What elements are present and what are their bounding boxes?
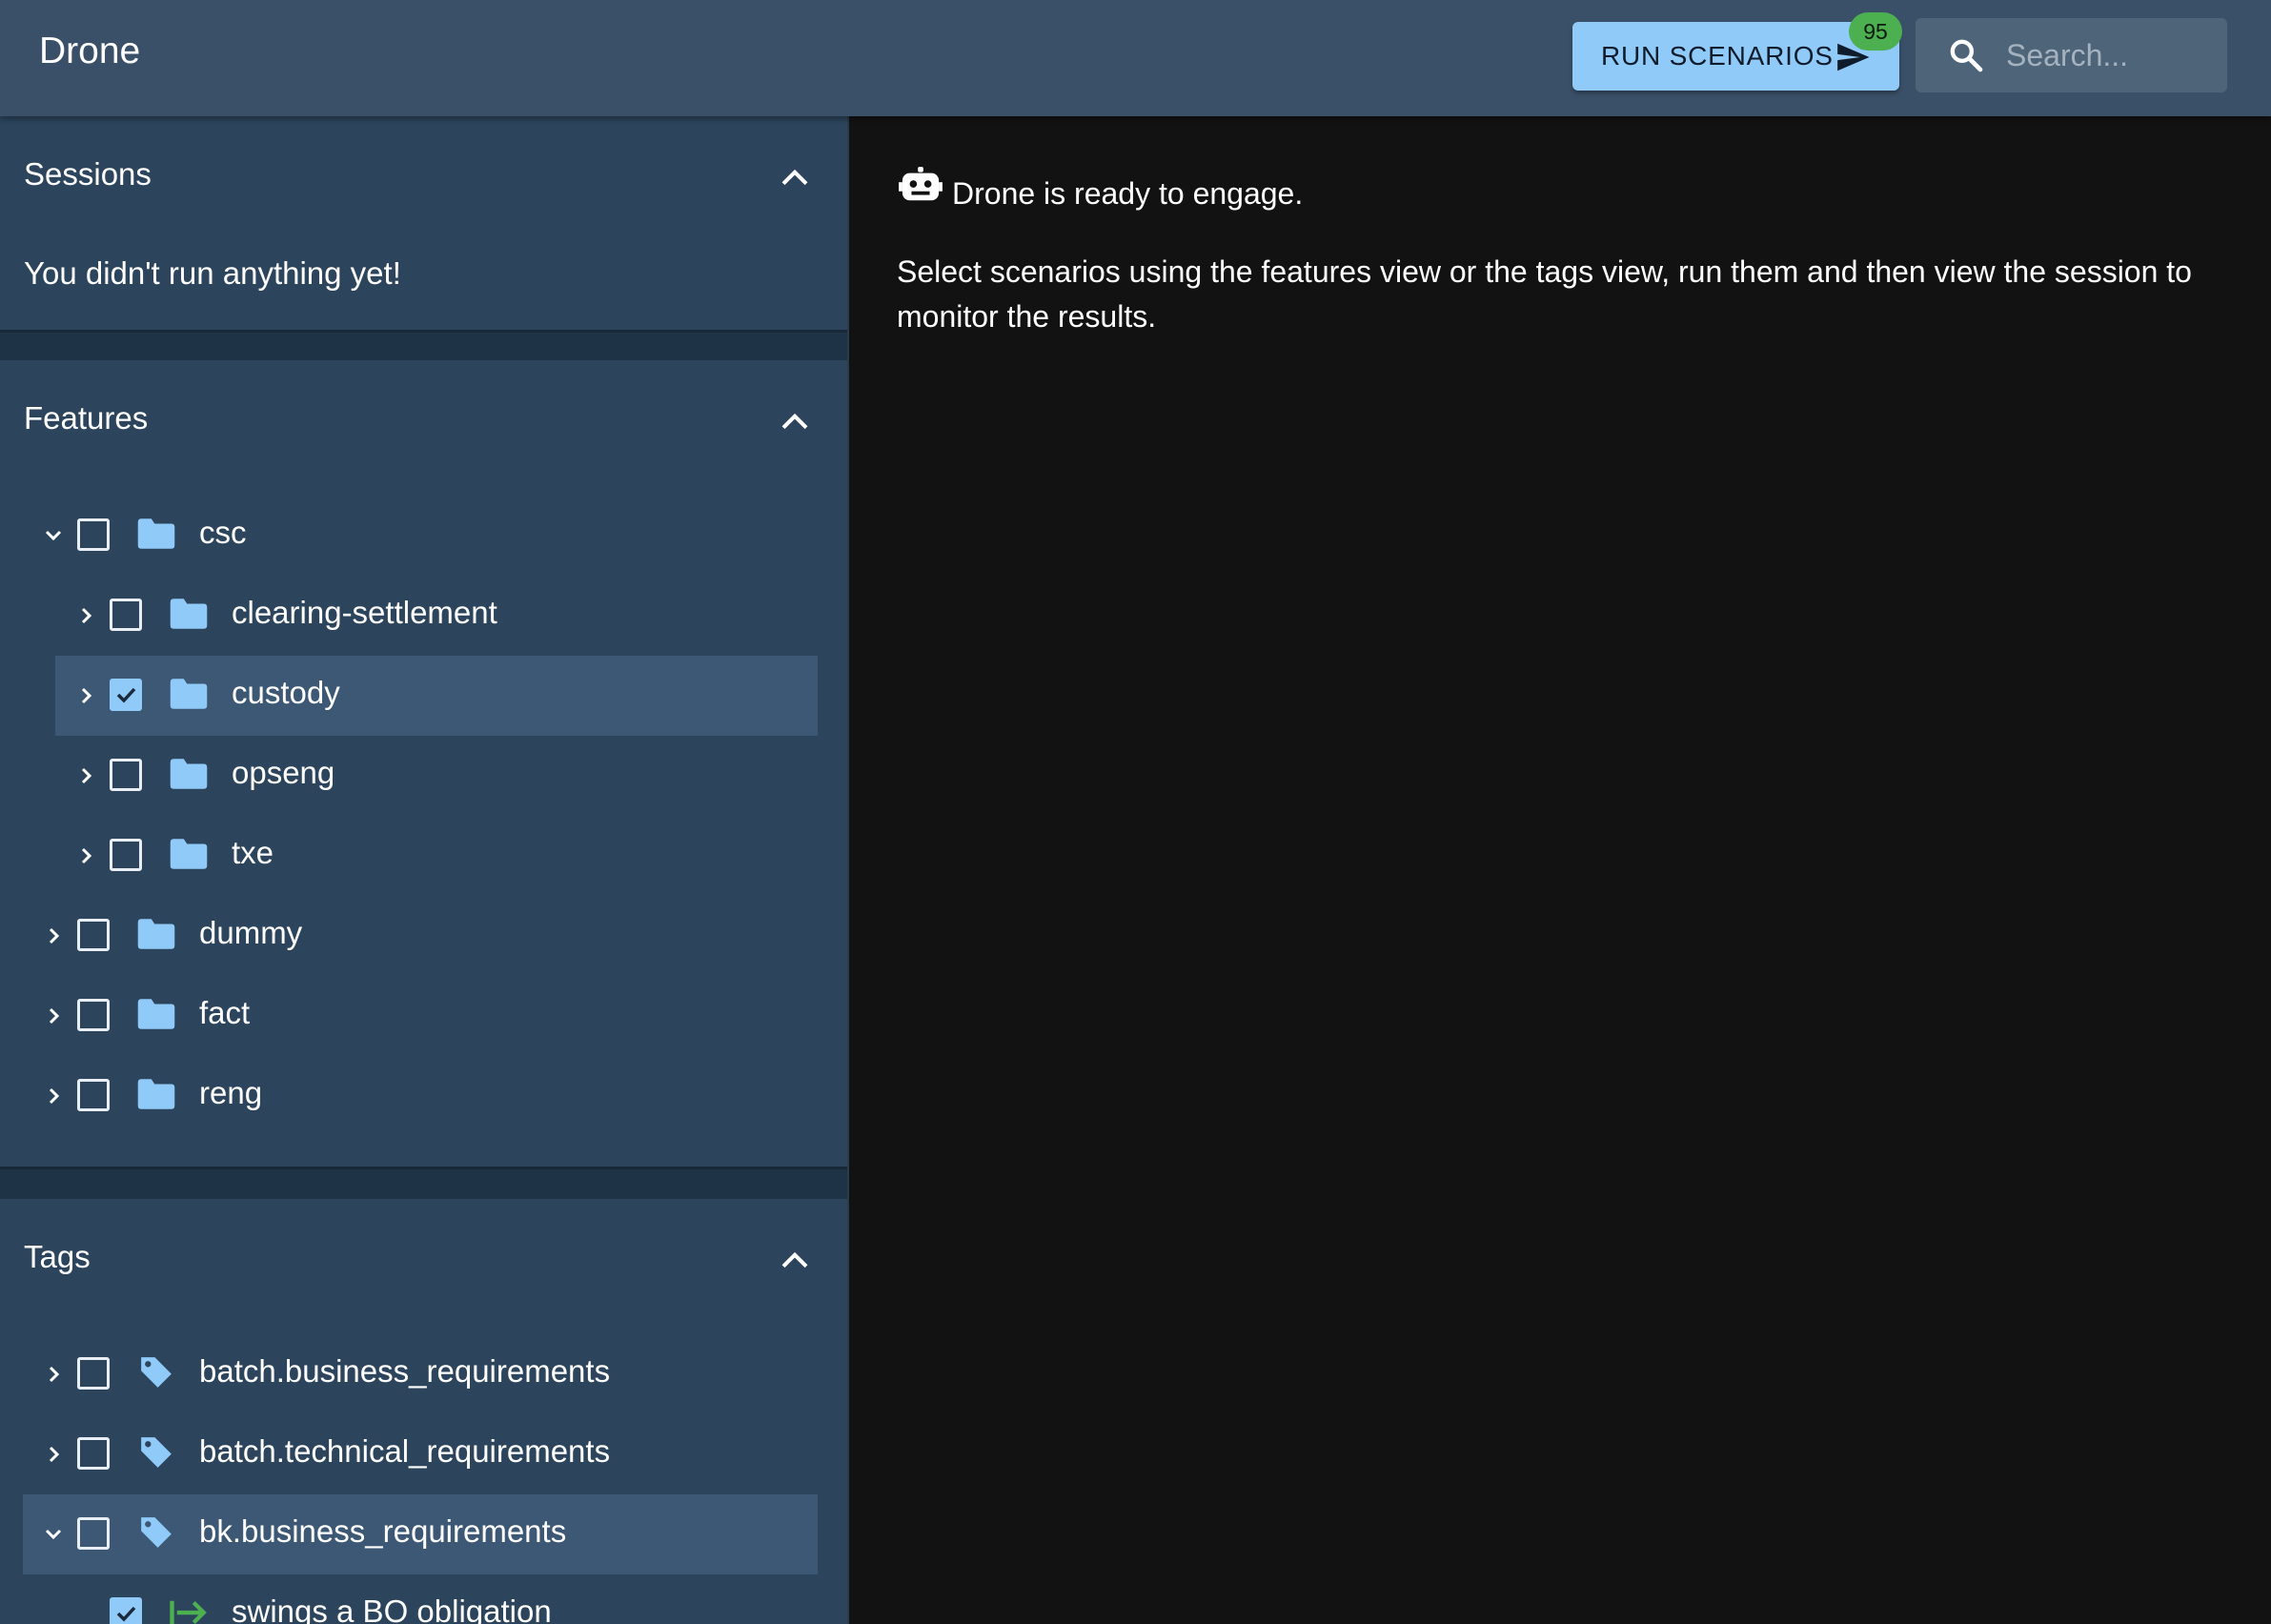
folder-icon <box>137 999 175 1029</box>
features-title: Features <box>24 400 149 436</box>
tag-icon <box>141 1357 172 1388</box>
run-count-badge: 95 <box>1849 12 1902 51</box>
run-scenarios-label: RUN SCENARIOS <box>1601 41 1834 71</box>
chevron-right-icon[interactable] <box>74 604 97 627</box>
tag-row-bk-business-requirements[interactable]: bk.business_requirements <box>23 1494 818 1574</box>
sidebar: Sessions You didn't run anything yet! Fe… <box>0 116 849 1624</box>
feature-row-custody[interactable]: custody <box>55 656 818 736</box>
sessions-empty-text: You didn't run anything yet! <box>24 255 401 291</box>
collapse-tags-chevron-icon[interactable] <box>780 1249 810 1270</box>
feature-label: fact <box>199 995 251 1030</box>
sessions-panel: Sessions You didn't run anything yet! <box>0 116 847 330</box>
tag-icon <box>141 1437 172 1468</box>
chevron-right-icon[interactable] <box>42 1443 65 1466</box>
chevron-right-icon[interactable] <box>74 844 97 867</box>
tag-label: batch.technical_requirements <box>199 1433 611 1469</box>
collapse-sessions-chevron-icon[interactable] <box>780 167 810 188</box>
feature-label: csc <box>199 515 247 550</box>
feature-checkbox[interactable] <box>77 999 110 1031</box>
tags-title: Tags <box>24 1239 91 1274</box>
feature-checkbox[interactable] <box>77 518 110 551</box>
feature-row-csc[interactable]: csc <box>23 496 818 576</box>
check-icon <box>116 1606 136 1622</box>
feature-row-txe[interactable]: txe <box>55 816 818 896</box>
check-icon <box>116 687 136 703</box>
scenario-label: swings a BO obligation <box>232 1594 552 1624</box>
folder-icon <box>170 599 208 629</box>
robot-icon <box>899 166 943 201</box>
description-text: Select scenarios using the features view… <box>897 254 2192 334</box>
feature-checkbox[interactable] <box>77 1079 110 1111</box>
feature-label: opseng <box>232 755 335 790</box>
folder-icon <box>170 839 208 869</box>
feature-label: dummy <box>199 915 303 950</box>
feature-label: reng <box>199 1075 263 1110</box>
chevron-right-icon[interactable] <box>74 684 97 707</box>
feature-label: txe <box>232 835 274 870</box>
search-icon <box>1950 39 1983 72</box>
folder-icon <box>170 759 208 789</box>
chevron-down-icon[interactable] <box>42 1523 65 1546</box>
sessions-title: Sessions <box>24 156 152 192</box>
folder-icon <box>137 1079 175 1109</box>
feature-row-reng[interactable]: reng <box>23 1056 818 1136</box>
scenario-checkbox-checked[interactable] <box>110 1597 142 1624</box>
chevron-down-icon[interactable] <box>42 524 65 547</box>
feature-row-clearing-settlement[interactable]: clearing-settlement <box>55 576 818 656</box>
ready-text: Drone is ready to engage. <box>952 176 1304 211</box>
main-content: Drone is ready to engage. Select scenari… <box>851 116 2271 1624</box>
chevron-right-icon[interactable] <box>74 764 97 787</box>
collapse-features-chevron-icon[interactable] <box>780 411 810 432</box>
app-title: Drone <box>39 30 141 71</box>
feature-checkbox[interactable] <box>110 759 142 791</box>
search-input[interactable] <box>2006 31 2211 79</box>
tag-label: batch.business_requirements <box>199 1353 611 1389</box>
feature-label: custody <box>232 675 340 710</box>
tag-label: bk.business_requirements <box>199 1513 567 1549</box>
tag-icon <box>141 1517 172 1548</box>
tag-checkbox[interactable] <box>77 1517 110 1550</box>
folder-icon <box>137 919 175 949</box>
feature-checkbox[interactable] <box>110 599 142 631</box>
tag-checkbox[interactable] <box>77 1357 110 1390</box>
tag-row-batch-technical-requirements[interactable]: batch.technical_requirements <box>23 1414 818 1494</box>
divider <box>0 1167 847 1169</box>
folder-icon <box>170 679 208 709</box>
divider <box>0 330 847 333</box>
feature-row-fact[interactable]: fact <box>23 976 818 1056</box>
feature-row-opseng[interactable]: opseng <box>55 736 818 816</box>
feature-label: clearing-settlement <box>232 595 497 630</box>
arrow-right-from-bar-icon <box>170 1600 207 1624</box>
tag-checkbox[interactable] <box>77 1437 110 1470</box>
tags-panel: Tags batch.business_requirements batch.t… <box>0 1199 847 1624</box>
feature-checkbox-checked[interactable] <box>110 679 142 711</box>
chevron-right-icon[interactable] <box>42 1363 65 1386</box>
app-bar: Drone RUN SCENARIOS 95 <box>0 0 2271 116</box>
folder-icon <box>137 518 175 549</box>
feature-checkbox[interactable] <box>110 839 142 871</box>
feature-row-dummy[interactable]: dummy <box>23 896 818 976</box>
chevron-right-icon[interactable] <box>42 1085 65 1107</box>
feature-checkbox[interactable] <box>77 919 110 951</box>
chevron-right-icon[interactable] <box>42 1005 65 1027</box>
scenario-row[interactable]: swings a BO obligation <box>55 1574 818 1624</box>
features-panel: Features csc clearing-settlement custody <box>0 360 847 1167</box>
chevron-right-icon[interactable] <box>42 924 65 947</box>
tag-row-batch-business-requirements[interactable]: batch.business_requirements <box>23 1334 818 1414</box>
search-box[interactable] <box>1916 18 2227 92</box>
